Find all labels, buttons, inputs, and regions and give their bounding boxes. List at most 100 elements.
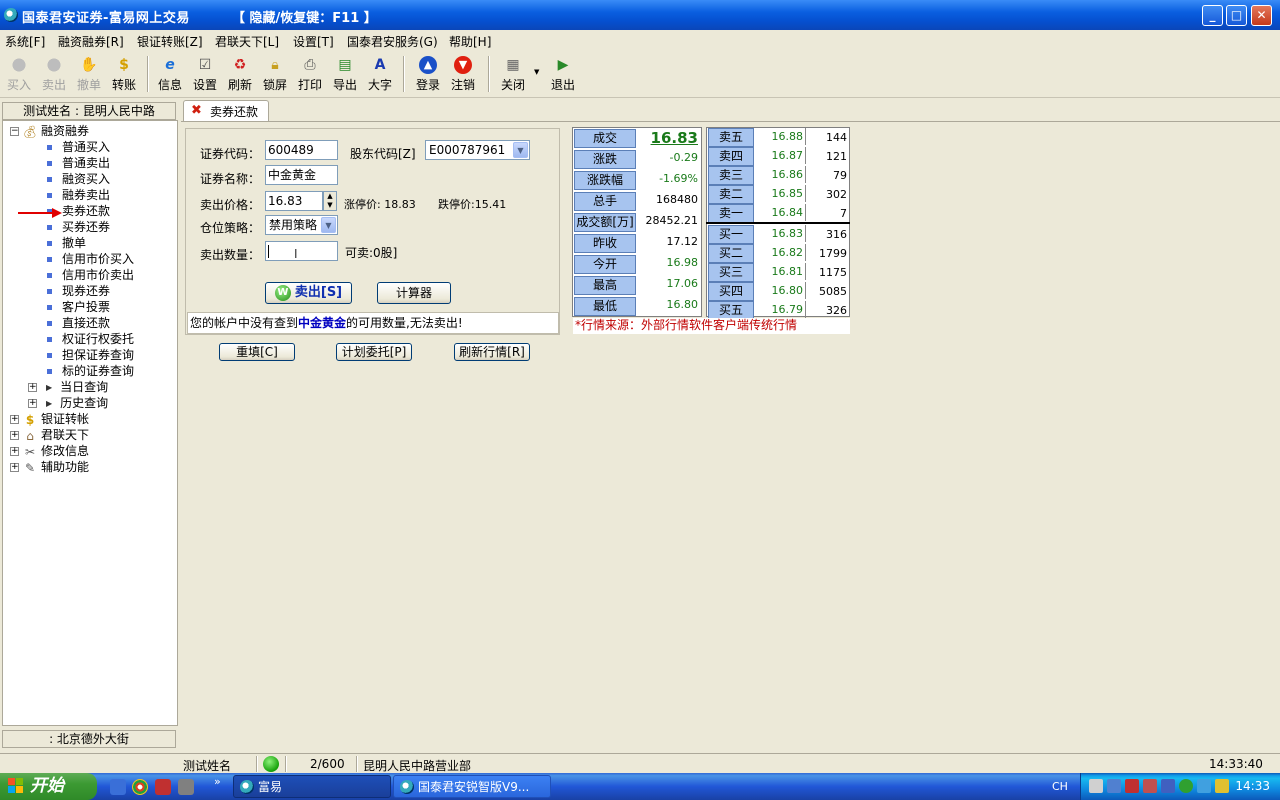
toolbar-logout-button[interactable]: ▼ 注销 xyxy=(446,54,480,96)
tray-update-icon[interactable] xyxy=(1179,779,1193,793)
toolbar-export-button[interactable]: ▤ 导出 xyxy=(328,54,362,96)
expand-icon[interactable]: + xyxy=(10,463,19,472)
toolbar-print-button[interactable]: ⎙ 打印 xyxy=(293,54,327,96)
quicklaunch-ie-icon[interactable] xyxy=(110,779,126,795)
toolbar-sell-button[interactable]: 卖出 xyxy=(37,54,71,96)
quote-row-last: 成交 16.83 xyxy=(573,128,701,149)
close-dropdown-arrow-icon[interactable]: ▼ xyxy=(534,68,539,76)
chevron-down-icon[interactable]: ▼ xyxy=(513,142,528,158)
lock-icon: 🔒︎ xyxy=(271,57,279,73)
bullet-icon xyxy=(47,353,52,358)
tree-item-cancel-order[interactable]: 撤单 xyxy=(47,235,86,251)
tree-item-stock-return[interactable]: 现券还券 xyxy=(47,283,110,299)
taskbar-item-fuyi[interactable]: 富易 xyxy=(233,775,391,798)
start-button[interactable]: 开始 xyxy=(0,773,97,800)
tree-item-target-query[interactable]: 标的证券查询 xyxy=(47,363,134,379)
collapse-icon[interactable]: − xyxy=(10,127,19,136)
toolbar-separator xyxy=(488,56,490,92)
print-icon: ⎙ xyxy=(304,57,316,73)
toolbar-buy-button[interactable]: 买入 xyxy=(2,54,36,96)
toolbar-close-button[interactable]: ▦ 关闭 xyxy=(496,54,530,96)
holder-code-select[interactable]: E000787961 ▼ xyxy=(425,140,530,160)
tree-item-credit-market-sell[interactable]: 信用市价卖出 xyxy=(47,267,134,283)
tree-item-collateral-query[interactable]: 担保证券查询 xyxy=(47,347,134,363)
refresh-quote-button[interactable]: 刷新行情[R] xyxy=(454,343,530,361)
reset-button[interactable]: 重填[C] xyxy=(219,343,295,361)
tree-node-junlian[interactable]: + ⌂ 君联天下 xyxy=(10,427,89,443)
quote-row-volume: 总手 168480 xyxy=(573,191,701,212)
bullet-icon xyxy=(47,241,52,246)
tree-item-client-vote[interactable]: 客户投票 xyxy=(47,299,110,315)
expand-icon[interactable]: + xyxy=(10,431,19,440)
tree-item-margin-buy[interactable]: 融资买入 xyxy=(47,171,110,187)
chevron-down-icon[interactable]: ▼ xyxy=(321,217,336,233)
price-stepper[interactable]: ▲ ▼ xyxy=(323,191,337,211)
tree-item-warrant-exercise[interactable]: 权证行权委托 xyxy=(47,331,134,347)
tray-windows-icon[interactable] xyxy=(1107,779,1121,793)
tray-ime-icon[interactable] xyxy=(1215,779,1229,793)
tray-security-icon[interactable] xyxy=(1143,779,1157,793)
toolbar-separator xyxy=(147,56,149,92)
toolbar-exit-button[interactable]: ▶ 退出 xyxy=(546,54,580,96)
bullet-icon xyxy=(47,257,52,262)
minimize-button[interactable]: _ xyxy=(1202,5,1223,26)
quicklaunch-expand-icon[interactable]: » xyxy=(214,775,221,788)
tree-node-margin-trading[interactable]: − 💰︎ 融资融券 xyxy=(10,123,89,139)
menu-junlian[interactable]: 君联天下[L] xyxy=(215,33,279,50)
tray-shield-icon[interactable] xyxy=(1125,779,1139,793)
tree-node-bank-transfer[interactable]: + $ 银证转帐 xyxy=(10,411,89,427)
expand-icon[interactable]: + xyxy=(28,383,37,392)
expand-icon[interactable]: + xyxy=(28,399,37,408)
bullet-icon xyxy=(47,369,52,374)
toolbar-transfer-button[interactable]: $ 转账 xyxy=(107,54,141,96)
sell-quantity-input[interactable]: I xyxy=(265,241,338,261)
plan-order-button[interactable]: 计划委托[P] xyxy=(336,343,412,361)
tree-item-short-sell[interactable]: 融券卖出 xyxy=(47,187,110,203)
tray-network-icon[interactable] xyxy=(1089,779,1103,793)
sell-price-input[interactable]: 16.83 xyxy=(265,191,323,211)
tree-item-direct-repay[interactable]: 直接还款 xyxy=(47,315,110,331)
tree-node-history-query[interactable]: + ▶ 历史查询 xyxy=(28,395,108,411)
menu-bank-transfer[interactable]: 银证转账[Z] xyxy=(137,33,203,50)
menu-settings[interactable]: 设置[T] xyxy=(293,33,334,50)
toolbar-refresh-button[interactable]: ♻ 刷新 xyxy=(223,54,257,96)
tree-item-credit-market-buy[interactable]: 信用市价买入 xyxy=(47,251,134,267)
menu-system[interactable]: 系统[F] xyxy=(5,33,45,50)
ime-indicator[interactable]: CH xyxy=(1052,780,1068,793)
tray-sound-icon[interactable] xyxy=(1197,779,1211,793)
position-strategy-select[interactable]: 禁用策略 ▼ xyxy=(265,215,338,235)
close-window-button[interactable]: ✕ xyxy=(1251,5,1272,26)
tab-sell-repay[interactable]: ✖ 卖券还款 xyxy=(183,100,269,122)
calculator-button[interactable]: 计算器 xyxy=(377,282,451,304)
toolbar-lock-button[interactable]: 🔒︎ 锁屏 xyxy=(258,54,292,96)
stock-code-input[interactable]: 600489 xyxy=(265,140,338,160)
expand-icon[interactable]: + xyxy=(10,415,19,424)
menu-margin-trading[interactable]: 融资融券[R] xyxy=(58,33,124,50)
close-tab-icon[interactable]: ✖ xyxy=(191,101,202,121)
ask-row-3: 卖三 16.86 79 xyxy=(707,166,849,185)
menu-gtja-service[interactable]: 国泰君安服务(G) xyxy=(347,33,438,50)
tree-item-buy-return[interactable]: 买券还券 xyxy=(47,219,110,235)
toolbar-settings-button[interactable]: ☑ 设置 xyxy=(188,54,222,96)
maximize-button[interactable]: □ xyxy=(1226,5,1247,26)
taskbar-item-ruizhi[interactable]: 国泰君安锐智版V9... xyxy=(393,775,551,798)
menu-help[interactable]: 帮助[H] xyxy=(449,33,491,50)
taskbar-clock[interactable]: 14:33 xyxy=(1235,779,1270,793)
quicklaunch-app-icon[interactable] xyxy=(178,779,194,795)
branch-footer: : 北京德外大街 xyxy=(2,730,176,748)
tree-node-aux-functions[interactable]: + ✎ 辅助功能 xyxy=(10,459,89,475)
toolbar-cancel-order-button[interactable]: ✋ 撤单 xyxy=(72,54,106,96)
tree-item-normal-sell[interactable]: 普通卖出 xyxy=(47,155,110,171)
toolbar-info-button[interactable]: e 信息 xyxy=(153,54,187,96)
sell-button[interactable]: W 卖出[S] xyxy=(265,282,352,304)
tray-monitor-icon[interactable] xyxy=(1161,779,1175,793)
tree-node-today-query[interactable]: + ▶ 当日查询 xyxy=(28,379,108,395)
toolbar-bigfont-button[interactable]: A 大字 xyxy=(363,54,397,96)
quicklaunch-chrome-icon[interactable] xyxy=(132,779,148,795)
quicklaunch-shield-icon[interactable] xyxy=(155,779,171,795)
expand-icon[interactable]: + xyxy=(10,447,19,456)
toolbar-login-button[interactable]: ▲ 登录 xyxy=(411,54,445,96)
tab-divider xyxy=(181,121,1280,122)
tree-item-normal-buy[interactable]: 普通买入 xyxy=(47,139,110,155)
tree-node-modify-info[interactable]: + ✂ 修改信息 xyxy=(10,443,89,459)
